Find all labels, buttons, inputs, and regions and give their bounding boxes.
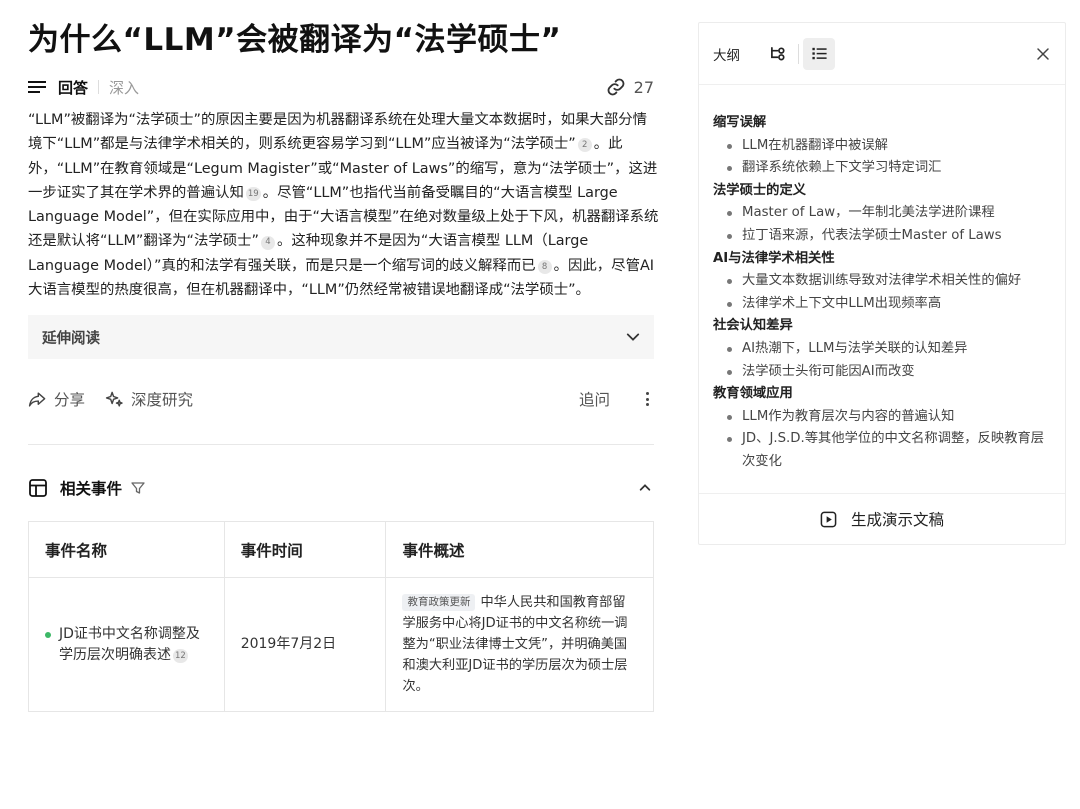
page-title: 为什么“LLM”会被翻译为“法学硕士”: [28, 22, 562, 58]
column-header: 事件时间: [223, 521, 387, 579]
link-icon: [607, 78, 625, 96]
generate-presentation-label: 生成演示文稿: [850, 511, 944, 529]
outline-section-heading[interactable]: 法学硕士的定义: [713, 180, 1051, 203]
section-divider: [28, 444, 654, 446]
outline-item[interactable]: 大量文本数据训练导致对法律学术相关性的偏好: [713, 270, 1051, 293]
column-header: 事件概述: [385, 521, 654, 579]
answer-tabs: 回答 深入 27: [28, 74, 654, 100]
answer-segment: “LLM”被翻译为“法学硕士”的原因主要是因为机器翻译系统在处理大量文本数据时，…: [28, 112, 648, 153]
citation-badge[interactable]: 12: [173, 649, 188, 664]
outline-item[interactable]: LLM在机器翻译中被误解: [713, 135, 1051, 158]
filter-icon[interactable]: [130, 480, 146, 496]
event-tag: 教育政策更新: [402, 594, 476, 612]
answer-text: “LLM”被翻译为“法学硕士”的原因主要是因为机器翻译系统在处理大量文本数据时，…: [28, 108, 660, 302]
table-icon: [29, 479, 47, 498]
mindmap-icon: [770, 46, 785, 61]
generate-presentation-button[interactable]: 生成演示文稿: [699, 493, 1065, 544]
list-view-button[interactable]: [803, 37, 835, 70]
share-icon: [28, 392, 46, 407]
table-header-row: 事件名称 事件时间 事件概述: [28, 521, 654, 579]
event-time: 2019年7月2日: [223, 577, 387, 713]
more-icon[interactable]: [640, 390, 654, 408]
outline-section-heading[interactable]: 社会认知差异: [713, 315, 1051, 338]
follow-up-button[interactable]: 追问: [579, 388, 610, 410]
outline-section-heading[interactable]: 教育领域应用: [713, 383, 1051, 406]
event-name: JD证书中文名称调整及学历层次明确表述 12: [59, 624, 208, 666]
action-bar: 分享 深度研究 追问: [28, 382, 654, 416]
chevron-up-icon[interactable]: [638, 481, 652, 495]
citation-badge[interactable]: 2: [577, 138, 592, 153]
sidebar-title: 大纲: [713, 47, 740, 64]
outline-item[interactable]: Master of Law，一年制北美法学进阶课程: [713, 202, 1051, 225]
citation-badge[interactable]: 19: [245, 187, 261, 202]
events-table: 事件名称 事件时间 事件概述 JD证书中文名称调整及学历层次明确表述 12 201…: [28, 521, 654, 713]
outline-item[interactable]: 法律学术上下文中LLM出现频率高: [713, 293, 1051, 316]
table-row: JD证书中文名称调整及学历层次明确表述 12 2019年7月2日 教育政策更新 中华…: [28, 577, 654, 713]
related-events-title: 相关事件: [60, 480, 123, 499]
status-dot: [45, 631, 51, 638]
outline-item[interactable]: 翻译系统依赖上下文学习特定词汇: [713, 157, 1051, 180]
text-align-icon: [28, 78, 46, 96]
header-divider: [798, 43, 799, 64]
reference-count: 27: [633, 77, 654, 97]
list-icon: [811, 47, 827, 60]
outline-item[interactable]: LLM作为教育层次与内容的普遍认知: [713, 406, 1051, 429]
outline-item[interactable]: 法学硕士头衔可能因AI而改变: [713, 361, 1051, 384]
outline-item[interactable]: JD、J.S.D.等其他学位的中文名称调整，反映教育层次变化: [713, 428, 1051, 473]
outline-list: 缩写误解 LLM在机器翻译中被误解 翻译系统依赖上下文学习特定词汇 法学硕士的定…: [699, 85, 1065, 474]
chevron-down-icon: [626, 333, 640, 342]
share-label: 分享: [54, 391, 86, 410]
deep-research-button[interactable]: 深度研究: [105, 388, 193, 410]
answer-panel: 为什么“LLM”会被翻译为“法学硕士” 回答 深入 27 “LLM”被翻译为“法…: [28, 18, 658, 713]
deep-research-label: 深度研究: [131, 391, 194, 410]
outline-sidebar: 大纲 缩写误解 LLM在机器翻译中被误解 翻译系统依赖上下文学习特定词汇 法学硕…: [698, 22, 1066, 545]
column-header: 事件名称: [28, 521, 225, 579]
tab-deep[interactable]: 深入: [109, 77, 139, 98]
event-summary-cell: 教育政策更新 中华人民共和国教育部留学服务中心将JD证书的中文名称统一调整为“职业…: [385, 577, 654, 713]
close-icon[interactable]: [1035, 46, 1051, 62]
tab-divider: [98, 80, 100, 94]
further-reading-toggle[interactable]: 延伸阅读: [28, 315, 654, 360]
play-icon: [820, 511, 837, 527]
sparkle-icon: [105, 391, 123, 407]
outline-section-heading[interactable]: AI与法律学术相关性: [713, 248, 1051, 271]
outline-section-heading[interactable]: 缩写误解: [713, 112, 1051, 135]
mindmap-view-button[interactable]: [762, 38, 794, 70]
citation-badge[interactable]: 8: [537, 259, 552, 274]
related-events-header: 相关事件: [28, 473, 654, 503]
tab-answer[interactable]: 回答: [58, 77, 88, 98]
citation-badge[interactable]: 4: [260, 235, 275, 250]
references-button[interactable]: 27: [606, 77, 654, 97]
further-reading-label: 延伸阅读: [42, 330, 100, 347]
event-name-cell: JD证书中文名称调整及学历层次明确表述 12: [28, 577, 225, 713]
share-button[interactable]: 分享: [28, 388, 85, 410]
sidebar-header: 大纲: [699, 23, 1065, 85]
outline-item[interactable]: 拉丁语来源，代表法学硕士Master of Laws: [713, 225, 1051, 248]
outline-item[interactable]: AI热潮下，LLM与法学关联的认知差异: [713, 338, 1051, 361]
